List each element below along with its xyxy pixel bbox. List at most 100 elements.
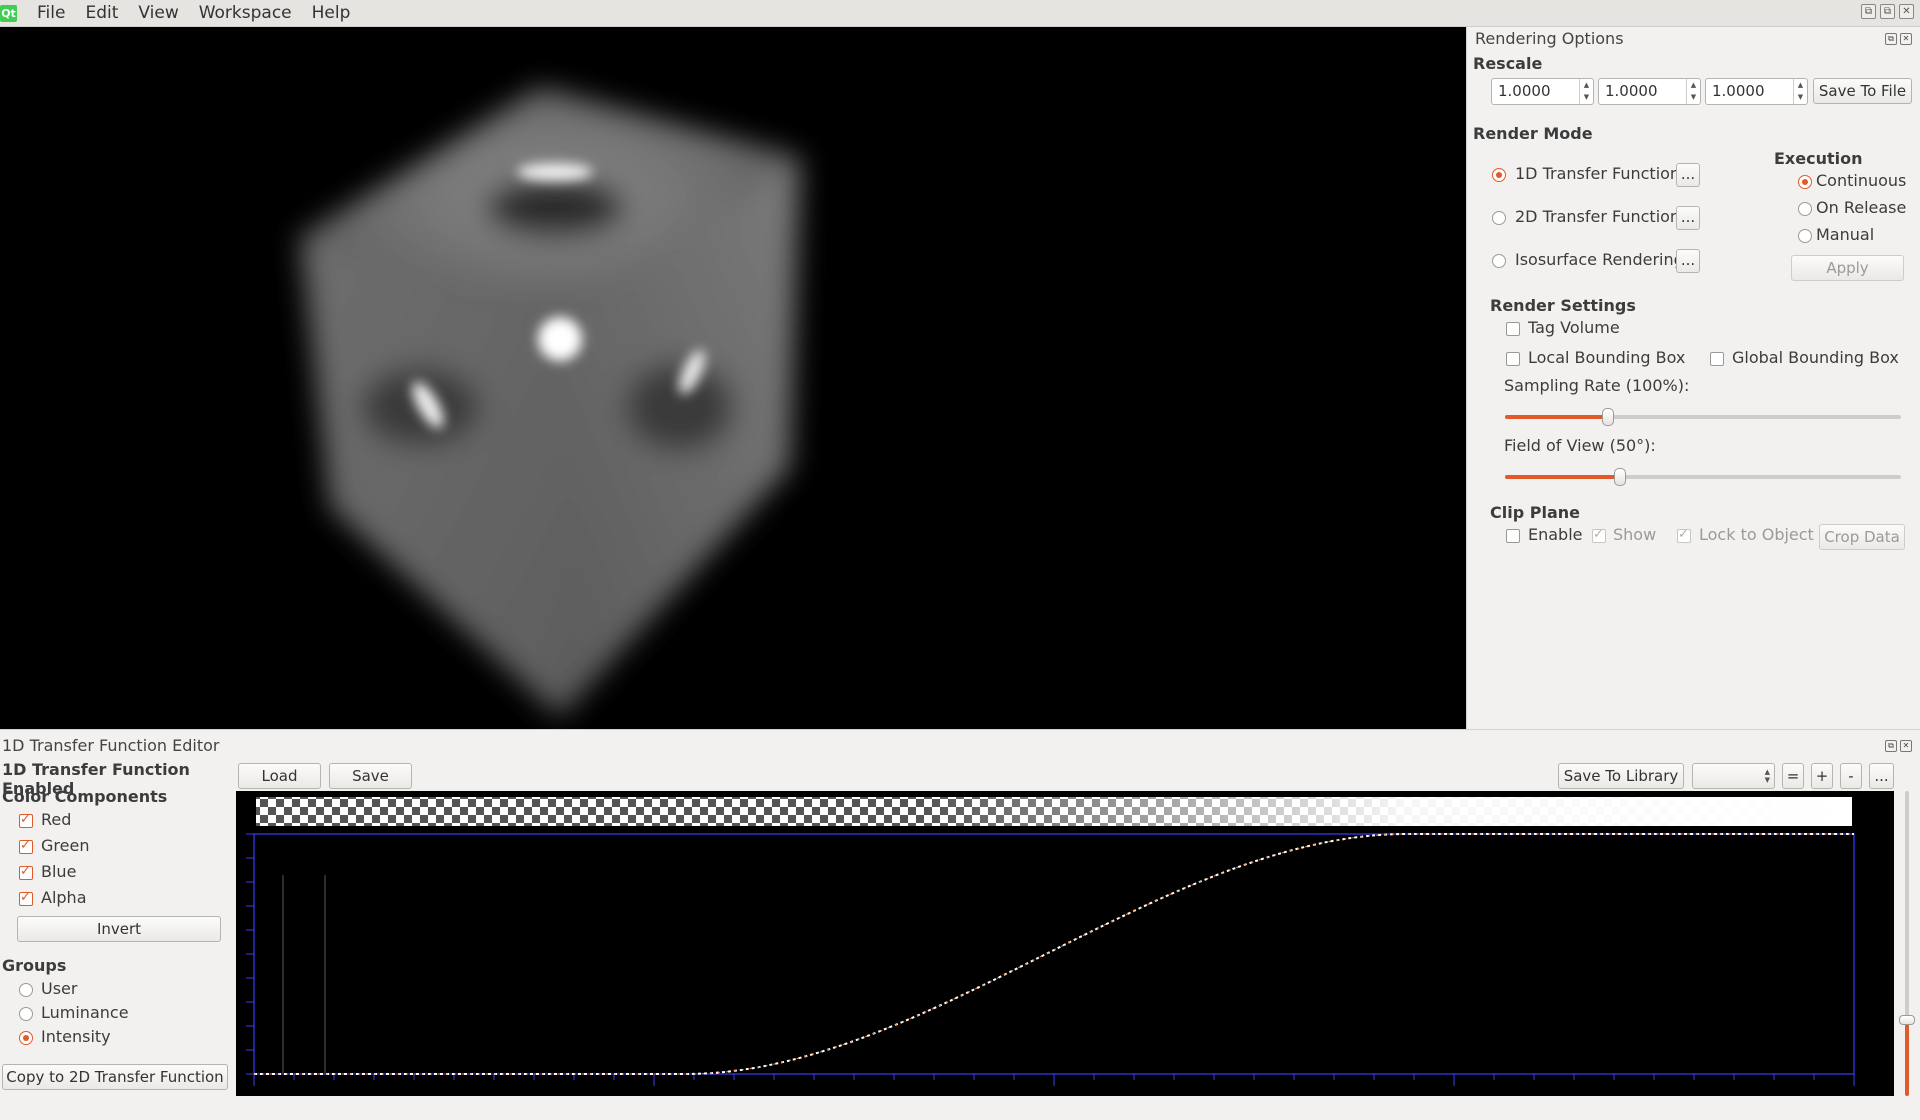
radio-1d-tf[interactable] <box>1492 168 1506 182</box>
rescale-y-spinbox[interactable]: 1.0000 ▲ ▼ <box>1598 78 1701 105</box>
label-1d-tf: 1D Transfer Function <box>1515 164 1681 183</box>
global-bbox-checkbox[interactable] <box>1710 352 1724 366</box>
radio-continuous[interactable] <box>1798 175 1812 189</box>
clip-enable-checkbox[interactable] <box>1506 529 1520 543</box>
1d-tf-more-button[interactable]: ... <box>1676 163 1700 187</box>
tf-dock-buttons: ⧉ ✕ <box>1885 740 1912 752</box>
local-bbox-label: Local Bounding Box <box>1528 348 1686 367</box>
menu-edit[interactable]: Edit <box>75 0 128 27</box>
opacity-vslider-fill <box>1905 1020 1909 1096</box>
sampling-rate-slider[interactable] <box>1505 408 1901 426</box>
menu-help[interactable]: Help <box>302 0 361 27</box>
rescale-title: Rescale <box>1473 54 1543 73</box>
crop-data-button[interactable]: Crop Data <box>1819 524 1905 550</box>
tf-color-bar-gradient <box>256 797 1852 826</box>
red-checkbox[interactable] <box>19 812 33 828</box>
tf-axis-ticks <box>246 833 1855 1086</box>
label-continuous: Continuous <box>1816 171 1907 190</box>
close-dock-icon[interactable]: ✕ <box>1900 33 1912 45</box>
volume-render-image <box>300 87 800 717</box>
menu-workspace[interactable]: Workspace <box>189 0 302 27</box>
render-mode-title: Render Mode <box>1473 124 1593 143</box>
clip-show-checkbox[interactable] <box>1592 527 1606 543</box>
tf-curve-canvas[interactable] <box>236 791 1894 1096</box>
opacity-vslider[interactable] <box>1899 791 1915 1096</box>
close-dock-icon[interactable]: ✕ <box>1900 740 1912 752</box>
spin-arrows-icon[interactable]: ▲ ▼ <box>1793 79 1807 104</box>
opacity-vslider-handle[interactable] <box>1899 1015 1915 1025</box>
radio-luminance[interactable] <box>19 1007 33 1021</box>
radio-user[interactable] <box>19 983 33 997</box>
dock-buttons: ⧉ ✕ <box>1885 33 1912 45</box>
equal-button[interactable]: = <box>1782 763 1804 789</box>
sampling-rate-handle[interactable] <box>1602 408 1614 426</box>
spin-arrows-icon[interactable]: ▲ ▼ <box>1579 79 1593 104</box>
radio-intensity[interactable] <box>19 1031 33 1045</box>
radio-manual[interactable] <box>1798 229 1812 243</box>
rendering-options-title: Rendering Options <box>1475 29 1624 48</box>
tf-curve-svg[interactable] <box>236 791 1894 1096</box>
minus-button[interactable]: - <box>1840 763 1862 789</box>
green-label: Green <box>41 836 90 855</box>
sampling-rate-fill <box>1505 415 1608 419</box>
radio-isosurface[interactable] <box>1492 254 1506 268</box>
alpha-label: Alpha <box>41 888 87 907</box>
menu-file[interactable]: File <box>27 0 75 27</box>
alpha-checkbox[interactable] <box>19 890 33 906</box>
execution-title: Execution <box>1774 149 1863 168</box>
label-manual: Manual <box>1816 225 1875 244</box>
lock-to-object-label: Lock to Object <box>1699 525 1814 544</box>
apply-button[interactable]: Apply <box>1791 255 1904 281</box>
label-2d-tf: 2D Transfer Function <box>1515 207 1681 226</box>
float-icon[interactable]: ⧉ <box>1885 740 1897 752</box>
menu-bar: Qt File Edit View Workspace Help ⧉ ⧉ ✕ <box>0 0 1920 27</box>
global-bbox-label: Global Bounding Box <box>1732 348 1899 367</box>
label-on-release: On Release <box>1816 198 1907 217</box>
render-viewport[interactable] <box>0 27 1466 729</box>
menu-view[interactable]: View <box>128 0 188 27</box>
tf-editor-panel: 1D Transfer Function Editor ⧉ ✕ 1D Trans… <box>0 729 1920 1120</box>
spin-arrows-icon[interactable]: ▲ ▼ <box>1686 79 1700 104</box>
rescale-z-spinbox[interactable]: 1.0000 ▲ ▼ <box>1705 78 1808 105</box>
save-to-library-button[interactable]: Save To Library <box>1558 763 1684 789</box>
close-icon[interactable]: ✕ <box>1899 4 1914 19</box>
local-bbox-checkbox[interactable] <box>1506 352 1520 366</box>
red-label: Red <box>41 810 72 829</box>
load-button[interactable]: Load <box>238 763 321 789</box>
save-to-file-button[interactable]: Save To File <box>1813 78 1912 104</box>
lock-to-object-checkbox[interactable] <box>1677 527 1691 543</box>
intensity-label: Intensity <box>41 1027 111 1046</box>
isosurface-more-button[interactable]: ... <box>1676 249 1700 273</box>
label-isosurface: Isosurface Rendering <box>1515 250 1684 269</box>
status-bar <box>0 1096 1920 1120</box>
green-checkbox[interactable] <box>19 838 33 854</box>
combo-arrows-icon: ▲ ▼ <box>1764 768 1770 784</box>
2d-tf-more-button[interactable]: ... <box>1676 206 1700 230</box>
plus-button[interactable]: + <box>1811 763 1833 789</box>
restore-icon[interactable]: ⧉ <box>1880 4 1895 19</box>
more-button[interactable]: ... <box>1869 763 1894 789</box>
rendering-options-panel: Rendering Options ⧉ ✕ Rescale 1.0000 ▲ ▼ 1… <box>1466 27 1920 729</box>
invert-button[interactable]: Invert <box>17 916 221 942</box>
radio-2d-tf[interactable] <box>1492 211 1506 225</box>
render-settings-title: Render Settings <box>1490 296 1636 315</box>
float-icon[interactable]: ⧉ <box>1885 33 1897 45</box>
tag-volume-checkbox[interactable] <box>1506 322 1520 336</box>
color-components-title: Color Components <box>2 787 168 806</box>
qt-logo-icon: Qt <box>0 4 17 22</box>
save-button[interactable]: Save <box>329 763 412 789</box>
tf-alpha-curve[interactable] <box>254 833 1854 1075</box>
library-combo[interactable]: ▲ ▼ <box>1692 763 1775 789</box>
rescale-x-spinbox[interactable]: 1.0000 ▲ ▼ <box>1491 78 1594 105</box>
tag-volume-label: Tag Volume <box>1528 318 1620 337</box>
fov-slider[interactable] <box>1505 468 1901 486</box>
blue-label: Blue <box>41 862 77 881</box>
fov-handle[interactable] <box>1614 468 1626 486</box>
blue-checkbox[interactable] <box>19 864 33 880</box>
fov-label: Field of View (50°): <box>1504 436 1656 455</box>
groups-title: Groups <box>2 956 67 975</box>
copy-to-2d-button[interactable]: Copy to 2D Transfer Function <box>2 1064 228 1090</box>
radio-on-release[interactable] <box>1798 202 1812 216</box>
sampling-rate-label: Sampling Rate (100%): <box>1504 376 1690 395</box>
minimize-icon[interactable]: ⧉ <box>1861 4 1876 19</box>
